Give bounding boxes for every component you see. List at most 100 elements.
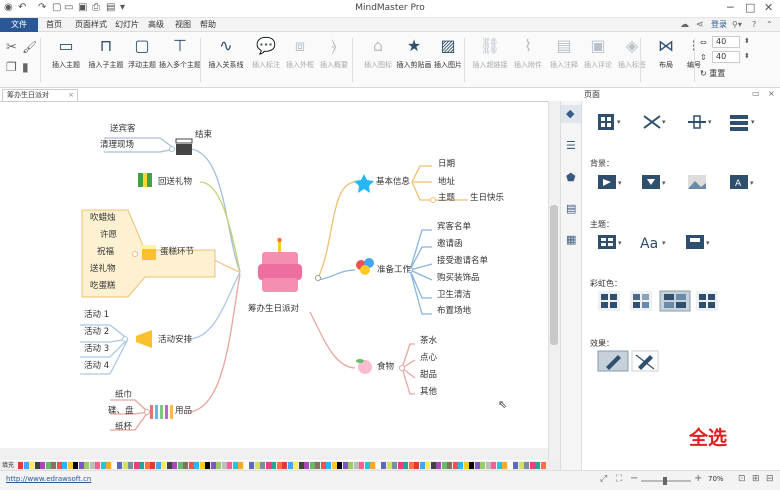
color-swatch[interactable]: [397, 462, 403, 469]
color-swatch[interactable]: [67, 462, 73, 469]
menu-page-style[interactable]: 页面样式: [75, 18, 107, 32]
color-swatch[interactable]: [221, 462, 227, 469]
fullscreen-icon[interactable]: ⛶: [616, 474, 622, 484]
color-swatch[interactable]: [331, 462, 337, 469]
collapse-ribbon-icon[interactable]: ⌃: [766, 18, 773, 32]
subtopic[interactable]: 活动 2: [84, 327, 109, 338]
collapse-handle-icon[interactable]: [144, 409, 150, 415]
presentation-icon[interactable]: ⊟: [766, 474, 774, 484]
subtopic[interactable]: 接受邀请名单: [437, 256, 488, 267]
color-swatch[interactable]: [381, 462, 386, 469]
color-swatch[interactable]: [491, 462, 496, 469]
h-spacing-input[interactable]: 40: [712, 36, 740, 48]
color-swatch[interactable]: [436, 462, 441, 469]
fit-width-icon[interactable]: ⊡: [738, 474, 746, 484]
color-swatch[interactable]: [496, 462, 502, 469]
color-swatch[interactable]: [326, 462, 331, 469]
topic-supplies[interactable]: 用品: [175, 406, 192, 417]
tab-clipart-icon[interactable]: ▤: [566, 202, 576, 215]
subtopic[interactable]: 吃蛋糕: [90, 281, 116, 292]
color-swatch[interactable]: [34, 462, 40, 469]
collapse-handle-icon[interactable]: [122, 336, 128, 342]
subtopic[interactable]: 清理现场: [100, 140, 134, 151]
tab-page[interactable]: ◆: [561, 105, 581, 123]
close-panel-icon[interactable]: ×: [768, 89, 775, 98]
color-swatch[interactable]: [128, 462, 133, 469]
color-swatch[interactable]: [447, 462, 452, 469]
color-swatch[interactable]: [155, 462, 161, 469]
color-swatch[interactable]: [249, 462, 254, 469]
format-painter-icon[interactable]: 🖌: [22, 40, 37, 54]
structure-branch-icon[interactable]: ▾: [643, 115, 666, 129]
ribbon-button-multi-topic[interactable]: ⊤ 插入多个主题: [159, 34, 201, 86]
color-swatch[interactable]: [84, 462, 89, 469]
reset-button[interactable]: ↻ 重置: [700, 68, 725, 79]
color-swatch[interactable]: [177, 462, 183, 469]
color-swatch[interactable]: [188, 462, 194, 469]
color-swatch[interactable]: [419, 462, 425, 469]
color-swatch[interactable]: [62, 462, 67, 469]
color-swatch[interactable]: [194, 462, 199, 469]
menu-file[interactable]: 文件: [0, 18, 38, 32]
color-swatch[interactable]: [458, 462, 463, 469]
color-swatch[interactable]: [183, 462, 188, 469]
rainbow-option-1-icon[interactable]: [598, 291, 620, 311]
subtopic-theme-value[interactable]: 生日快乐: [470, 193, 504, 204]
color-swatch[interactable]: [513, 462, 518, 469]
color-swatch[interactable]: [238, 462, 243, 469]
close-tab-icon[interactable]: ×: [68, 90, 74, 101]
subtopic[interactable]: 地址: [438, 177, 455, 188]
subtopic[interactable]: 碟、盘: [108, 406, 134, 417]
no-effect-icon[interactable]: [631, 350, 659, 372]
topic-end[interactable]: 结束: [195, 130, 212, 141]
topic-food[interactable]: 食物: [377, 362, 394, 373]
color-swatch[interactable]: [205, 462, 210, 469]
color-swatch[interactable]: [210, 462, 216, 469]
collapse-handle-icon[interactable]: [169, 146, 175, 152]
rainbow-option-4-icon[interactable]: [696, 291, 718, 311]
color-swatch[interactable]: [364, 462, 370, 469]
subtopic[interactable]: 祝福: [97, 247, 114, 258]
subtopic[interactable]: 活动 1: [84, 310, 109, 321]
subtopic[interactable]: 甜品: [420, 370, 437, 381]
color-swatch[interactable]: [139, 462, 144, 469]
background-image-icon[interactable]: ▾: [642, 175, 666, 189]
horizontal-scrollbar[interactable]: [0, 448, 548, 460]
collapse-handle-icon[interactable]: [315, 275, 321, 281]
color-swatch[interactable]: [106, 462, 111, 469]
fit-page-icon[interactable]: ⤢: [600, 474, 607, 484]
spin-v-icon[interactable]: ⬍: [744, 52, 750, 60]
color-swatch[interactable]: [232, 462, 238, 469]
color-swatch[interactable]: [287, 462, 293, 469]
spin-h-icon[interactable]: ⬍: [744, 37, 750, 45]
collapse-handle-icon[interactable]: [132, 251, 138, 257]
copy-icon[interactable]: ❐: [6, 60, 17, 74]
website-link[interactable]: http://www.edrawsoft.cn: [6, 475, 91, 483]
color-swatch[interactable]: [430, 462, 436, 469]
vertical-scrollbar-thumb[interactable]: [550, 205, 558, 345]
ribbon-button-summary[interactable]: ⦒ 插入概要: [314, 34, 354, 86]
subtopic[interactable]: 纸巾: [115, 390, 132, 401]
color-swatch[interactable]: [474, 462, 480, 469]
color-swatch[interactable]: [309, 462, 315, 469]
color-swatch[interactable]: [254, 462, 260, 469]
menu-help[interactable]: 帮助: [200, 18, 216, 32]
color-swatch[interactable]: [111, 462, 117, 469]
color-swatch[interactable]: [524, 462, 529, 469]
font-theme-icon[interactable]: Aa ▾: [640, 236, 666, 252]
subtopic[interactable]: 吹蜡烛: [90, 213, 116, 224]
subtopic[interactable]: 纸杯: [115, 422, 132, 433]
color-swatch[interactable]: [463, 462, 469, 469]
watermark-icon[interactable]: A ▾: [730, 175, 754, 189]
color-swatch[interactable]: [260, 462, 265, 469]
color-swatch[interactable]: [408, 462, 414, 469]
tab-task-icon[interactable]: ▦: [566, 233, 576, 246]
topic-gift[interactable]: 回送礼物: [158, 177, 192, 188]
menu-advanced[interactable]: 高级: [148, 18, 164, 32]
color-swatch[interactable]: [480, 462, 485, 469]
subtopic[interactable]: 茶水: [420, 336, 437, 347]
color-swatch[interactable]: [166, 462, 172, 469]
color-swatch[interactable]: [161, 462, 166, 469]
color-swatch[interactable]: [271, 462, 276, 469]
color-swatch[interactable]: [216, 462, 221, 469]
